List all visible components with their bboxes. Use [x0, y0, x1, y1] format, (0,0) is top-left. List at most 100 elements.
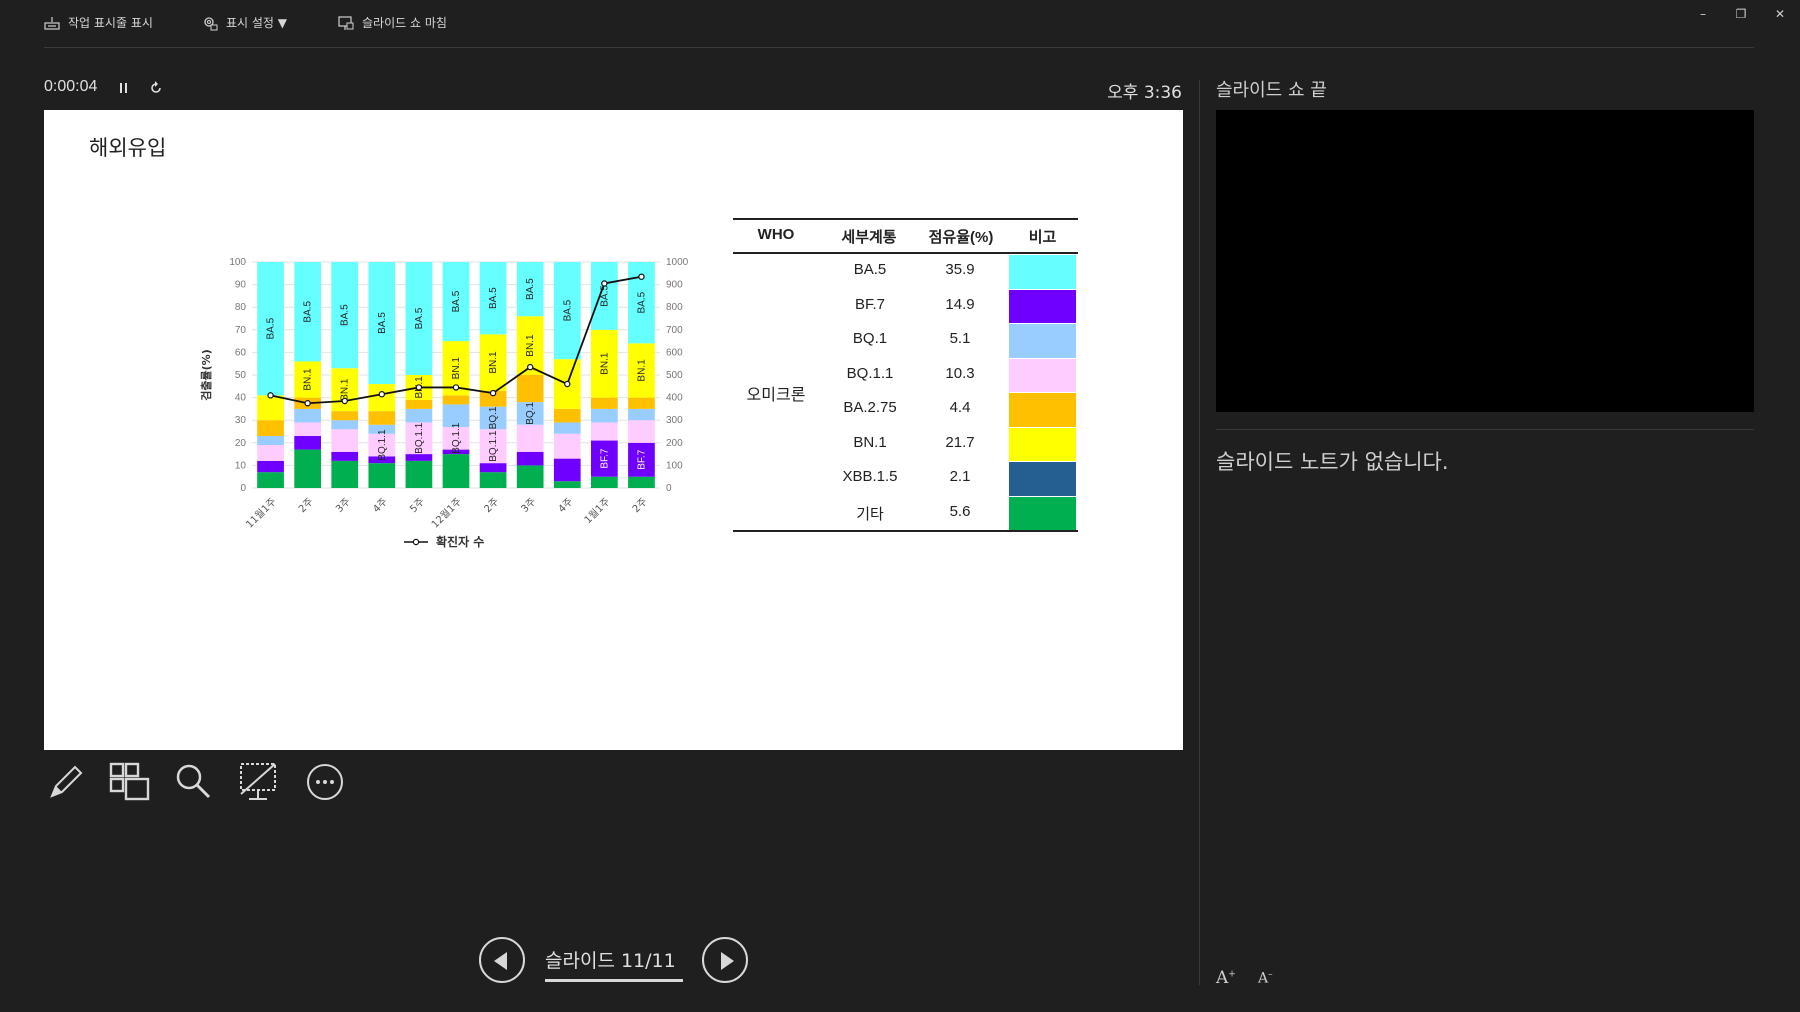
- bar-segment-bq1: [405, 408, 433, 423]
- bar-data-label: BA.5: [488, 287, 499, 309]
- bar-segment-bq11: [591, 422, 618, 441]
- bar-segment-ba275: [405, 399, 433, 409]
- see-all-slides-button[interactable]: [108, 760, 152, 804]
- previous-slide-button[interactable]: [479, 937, 525, 983]
- y2-tick-label: 800: [666, 302, 683, 313]
- bar-segment-bq1: [628, 408, 655, 421]
- pen-icon: [50, 765, 83, 798]
- slide-counter[interactable]: 슬라이드 11/11: [545, 946, 676, 973]
- next-slide-preview[interactable]: [1216, 110, 1754, 412]
- next-slide-button[interactable]: [702, 937, 748, 983]
- bar-data-label: BN.1: [340, 378, 351, 401]
- y2-tick-label: 900: [666, 280, 683, 291]
- table-color-swatch: [1009, 255, 1076, 289]
- decrease-font-button[interactable]: A–: [1258, 970, 1273, 987]
- bar-segment-bq11: [331, 429, 359, 452]
- current-slide[interactable]: 해외유입 0 10 20 30 40 50 60 70 80 90 100 0 100 200 300 400…: [44, 110, 1183, 750]
- display-settings-label: 표시 설정 ▼: [226, 16, 288, 30]
- y-tick-label: 70: [235, 325, 247, 336]
- table-cell-lineage: 기타: [856, 505, 884, 523]
- bar-segment-etc: [479, 472, 507, 488]
- bar-segment-bq1: [294, 408, 321, 423]
- table-cell-share: 5.6: [949, 502, 971, 520]
- black-screen-button[interactable]: [237, 760, 281, 804]
- zoom-button[interactable]: [172, 760, 216, 804]
- line-point: [452, 384, 460, 391]
- bar-data-label: BA.5: [414, 307, 425, 329]
- restore-button[interactable]: ❐: [1728, 4, 1754, 24]
- taskbar-icon: [44, 16, 60, 30]
- line-point: [564, 380, 571, 388]
- y2-tick-label: 500: [666, 370, 683, 381]
- bar-segment-etc: [591, 476, 618, 488]
- bar-segment-bf7: [516, 451, 544, 466]
- next-slide-label: 슬라이드 쇼 끝: [1216, 80, 1327, 101]
- pane-divider[interactable]: [1199, 80, 1200, 985]
- table-cell-share: 21.7: [945, 433, 975, 451]
- table-color-swatch: [1009, 427, 1076, 461]
- y2-tick-label: 400: [666, 393, 683, 404]
- y-tick-label: 30: [235, 415, 247, 426]
- bar-segment-bq1: [553, 422, 581, 434]
- bar-data-label: BQ.1.1: [377, 429, 388, 461]
- display-settings-button[interactable]: 표시 설정 ▼: [202, 14, 287, 31]
- bar-segment-etc: [257, 472, 284, 488]
- line-point: [267, 392, 274, 399]
- restart-icon: [151, 81, 161, 93]
- end-slideshow-button[interactable]: 슬라이드 쇼 마침: [338, 14, 447, 31]
- y-tick-label: 80: [235, 302, 247, 313]
- close-button[interactable]: ✕: [1767, 4, 1793, 24]
- bar-data-label: BN.1: [599, 352, 610, 375]
- magnifier-icon: [176, 764, 211, 799]
- y-tick-label: 90: [235, 280, 247, 291]
- bar-data-label: BA.5: [599, 285, 610, 307]
- bar-segment-ba275: [553, 408, 581, 423]
- bar-segment-ba275: [331, 411, 359, 421]
- y-tick-label: 20: [235, 438, 247, 449]
- minimize-button[interactable]: –: [1690, 4, 1716, 24]
- table-color-swatch: [1009, 324, 1076, 358]
- bar-segment-etc: [405, 460, 433, 488]
- x-tick-label: 2주: [631, 496, 650, 515]
- header-lineage: 세부계통: [841, 229, 897, 246]
- arrow-right-icon: [721, 952, 734, 970]
- pause-timer-button[interactable]: [118, 80, 130, 99]
- y2-tick-label: 100: [666, 460, 683, 471]
- bar-segment-bf7: [294, 436, 321, 450]
- bar-segment-ba275: [368, 411, 396, 425]
- bar-data-label: BQ.1.1: [488, 430, 499, 462]
- restart-timer-button[interactable]: [149, 80, 163, 99]
- notes-divider: [1216, 429, 1754, 430]
- table-cell-share: 5.1: [949, 330, 971, 347]
- bar-segment-bf7: [405, 454, 433, 461]
- increase-font-button[interactable]: A+: [1216, 968, 1236, 988]
- show-taskbar-button[interactable]: 작업 표시줄 표시: [44, 14, 153, 31]
- bar-segment-bq11: [257, 445, 284, 461]
- line-point: [601, 280, 608, 287]
- x-tick-label: 2주: [482, 496, 501, 515]
- bar-data-label: BN.1: [303, 368, 314, 391]
- y2-tick-label: 600: [666, 347, 683, 358]
- x-tick-label: 5주: [408, 496, 427, 515]
- bar-segment-ba275: [442, 395, 470, 405]
- bar-segment-etc: [516, 465, 544, 488]
- y2-tick-label: 1000: [666, 257, 689, 268]
- table-cell-lineage: BQ.1.1: [846, 364, 894, 382]
- bar-segment-bf7: [553, 458, 581, 482]
- pen-tool-button[interactable]: [44, 760, 88, 804]
- more-options-button[interactable]: [303, 760, 347, 804]
- bar-data-label: BQ.1.1: [451, 422, 462, 454]
- line-point: [489, 389, 497, 397]
- bar-segment-etc: [553, 481, 581, 488]
- arrow-left-icon: [494, 952, 507, 970]
- bar-data-label: BN.1: [636, 359, 647, 382]
- bar-data-label: BQ.1.1: [414, 422, 425, 454]
- y2-tick-label: 700: [666, 325, 683, 336]
- table-color-swatch: [1009, 462, 1076, 496]
- table-cell-share: 35.9: [945, 261, 975, 278]
- table-cell-share: 2.1: [949, 468, 971, 485]
- line-point: [638, 273, 645, 280]
- variant-chart: 0102030405060708090100010020030040050060…: [199, 257, 689, 549]
- header-share: 점유율(%): [928, 229, 994, 246]
- table-cell-share: 10.3: [945, 364, 975, 382]
